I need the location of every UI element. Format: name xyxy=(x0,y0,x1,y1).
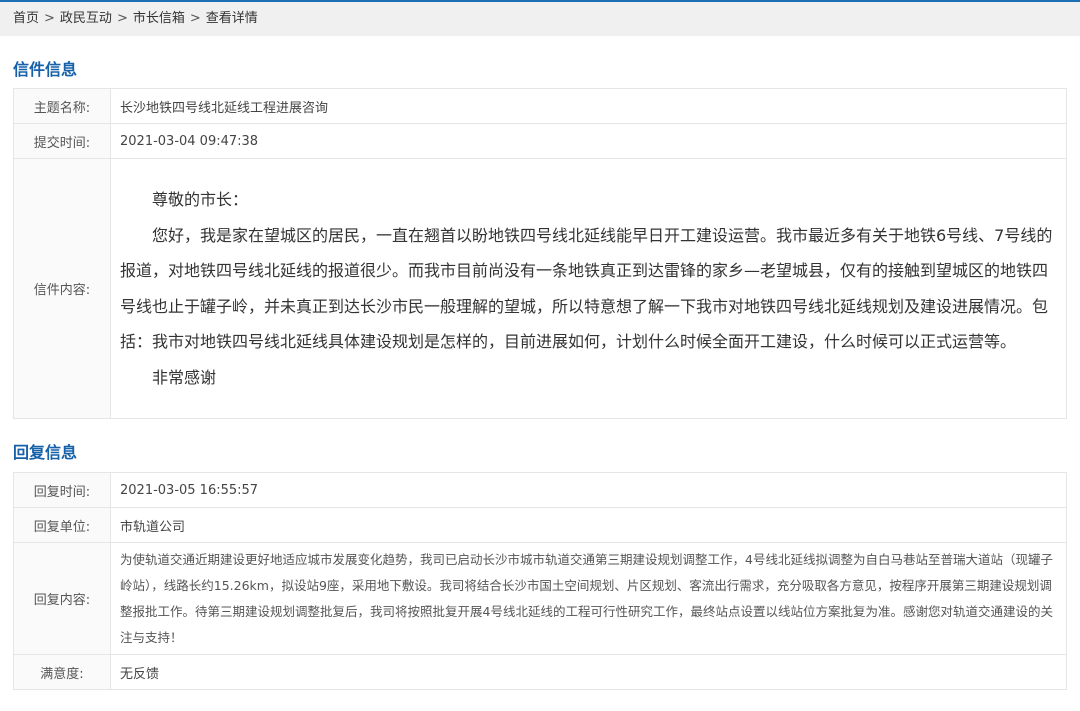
reply-info-table: 回复时间: 2021-03-05 16:55:57 回复单位: 市轨道公司 回复… xyxy=(13,472,1067,690)
submit-time-value: 2021-03-04 09:47:38 xyxy=(110,123,1067,159)
letter-greeting: 尊敬的市长： xyxy=(152,190,249,209)
letter-info-table: 主题名称: 长沙地铁四号线北延线工程进展咨询 提交时间: 2021-03-04 … xyxy=(13,88,1067,419)
reply-time-row: 回复时间: 2021-03-05 16:55:57 xyxy=(13,472,1067,508)
reply-content-text: 为使轨道交通近期建设更好地适应城市发展变化趋势，我司已启动长沙市城市轨道交通第三… xyxy=(120,551,1053,645)
reply-unit-label: 回复单位: xyxy=(13,507,111,543)
reply-content-value: 为使轨道交通近期建设更好地适应城市发展变化趋势，我司已启动长沙市城市轨道交通第三… xyxy=(110,542,1067,655)
subject-label: 主题名称: xyxy=(13,88,111,124)
reply-content-label: 回复内容: xyxy=(13,542,111,655)
breadcrumb: 首页 > 政民互动 > 市长信箱 > 查看详情 xyxy=(0,2,1080,36)
letter-content-row: 信件内容: 尊敬的市长： 您好，我是家在望城区的居民，一直在翘首以盼地铁四号线北… xyxy=(13,158,1067,419)
reply-time-value: 2021-03-05 16:55:57 xyxy=(110,472,1067,508)
letter-closing: 非常感谢 xyxy=(152,367,217,387)
breadcrumb-separator: > xyxy=(116,11,128,26)
satisfaction-label: 满意度: xyxy=(13,654,111,690)
letter-content-label: 信件内容: xyxy=(13,158,111,419)
reply-content-row: 回复内容: 为使轨道交通近期建设更好地适应城市发展变化趋势，我司已启动长沙市城市… xyxy=(13,542,1067,655)
reply-time-label: 回复时间: xyxy=(13,472,111,508)
breadcrumb-interaction-link[interactable]: 政民互动 xyxy=(60,11,112,26)
subject-value: 长沙地铁四号线北延线工程进展咨询 xyxy=(110,88,1067,124)
breadcrumb-separator: > xyxy=(189,11,201,26)
reply-unit-row: 回复单位: 市轨道公司 xyxy=(13,507,1067,543)
letter-body: 您好，我是家在望城区的居民，一直在翘首以盼地铁四号线北延线能早日开工建设运营。我… xyxy=(120,225,1053,352)
breadcrumb-current: 查看详情 xyxy=(205,11,258,26)
breadcrumb-mailbox-link[interactable]: 市长信箱 xyxy=(133,11,185,26)
reply-unit-value: 市轨道公司 xyxy=(110,507,1067,543)
breadcrumb-separator: > xyxy=(44,11,55,26)
satisfaction-value: 无反馈 xyxy=(110,654,1067,690)
reply-section-title: 回复信息 xyxy=(13,443,78,462)
subject-row: 主题名称: 长沙地铁四号线北延线工程进展咨询 xyxy=(13,88,1067,124)
breadcrumb-home-link[interactable]: 首页 xyxy=(13,11,39,26)
satisfaction-row: 满意度: 无反馈 xyxy=(13,654,1067,690)
letter-section-title: 信件信息 xyxy=(13,60,78,79)
submit-time-row: 提交时间: 2021-03-04 09:47:38 xyxy=(13,123,1067,159)
submit-time-label: 提交时间: xyxy=(13,123,111,159)
letter-content-value: 尊敬的市长： 您好，我是家在望城区的居民，一直在翘首以盼地铁四号线北延线能早日开… xyxy=(110,158,1067,419)
